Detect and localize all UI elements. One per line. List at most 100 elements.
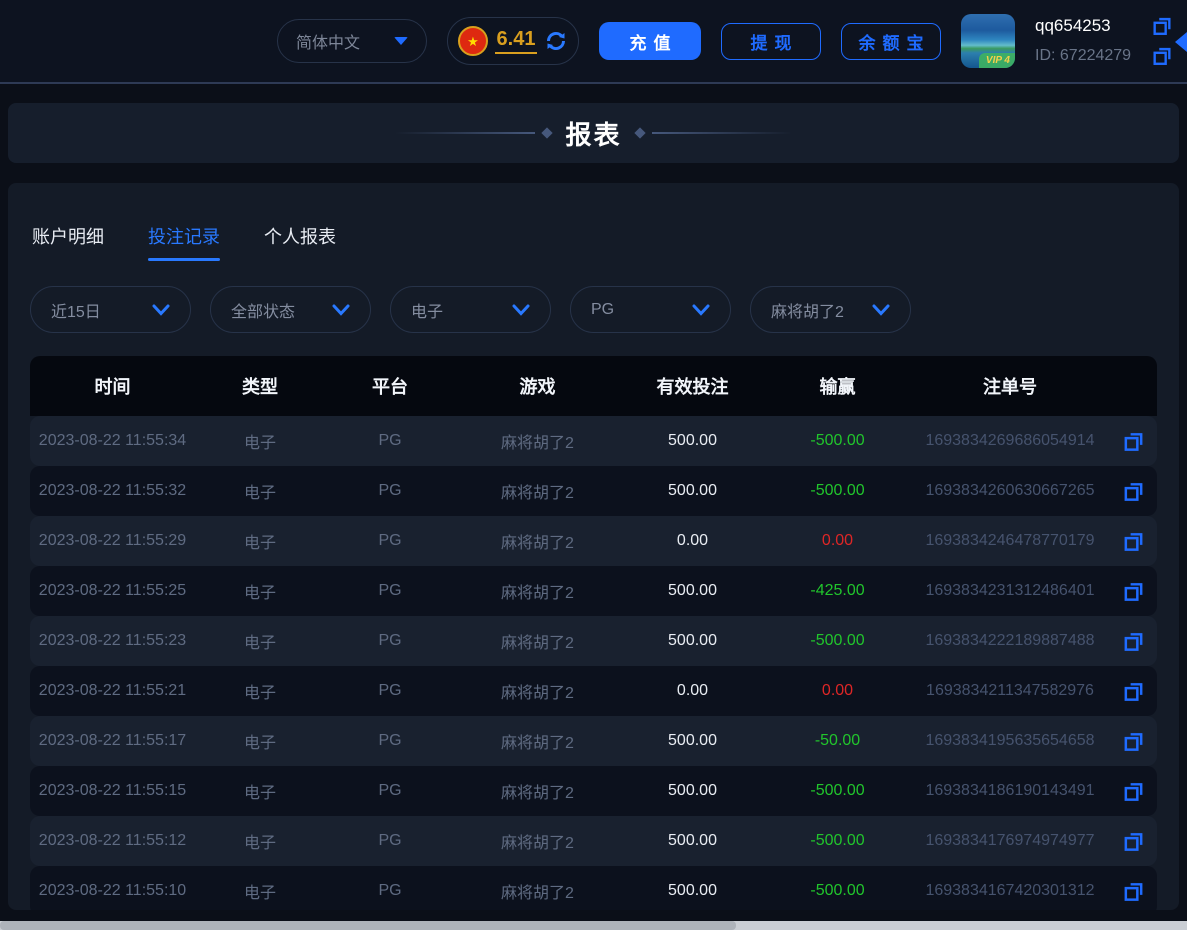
cell-valid-bet: 500.00: [620, 482, 765, 500]
withdraw-button[interactable]: 提现: [721, 23, 821, 60]
title-deco-left: [395, 129, 551, 137]
tab-personal-report[interactable]: 个人报表: [264, 223, 336, 261]
cell-game: 麻将胡了2: [455, 879, 620, 903]
cell-valid-bet: 500.00: [620, 832, 765, 850]
refresh-icon: [544, 29, 568, 53]
cell-winloss: 0.00: [765, 532, 910, 550]
chevron-down-icon: [692, 304, 710, 316]
cell-order-no: 1693834195635654658: [910, 732, 1110, 750]
cell-valid-bet: 500.00: [620, 632, 765, 650]
cell-type: 电子: [195, 779, 325, 803]
language-label: 简体中文: [296, 29, 360, 53]
cell-type: 电子: [195, 529, 325, 553]
copy-icon: [1122, 580, 1145, 603]
copy-order-button[interactable]: [1122, 430, 1145, 453]
col-winloss: 输赢: [765, 373, 910, 399]
copy-order-button[interactable]: [1122, 530, 1145, 553]
cell-platform: PG: [325, 882, 455, 900]
cell-platform: PG: [325, 482, 455, 500]
col-time: 时间: [30, 373, 195, 399]
title-deco-right: [636, 129, 792, 137]
copy-icon: [1122, 430, 1145, 453]
cell-valid-bet: 500.00: [620, 782, 765, 800]
avatar[interactable]: VIP 4: [961, 14, 1015, 68]
copy-icon: [1122, 630, 1145, 653]
cell-platform: PG: [325, 832, 455, 850]
cell-time: 2023-08-22 11:55:23: [30, 632, 195, 650]
filter-game[interactable]: 麻将胡了2: [750, 286, 911, 333]
tab-account-details[interactable]: 账户明细: [32, 223, 104, 261]
cell-type: 电子: [195, 879, 325, 903]
cell-time: 2023-08-22 11:55:15: [30, 782, 195, 800]
table-row: 2023-08-22 11:55:12 电子 PG 麻将胡了2 500.00 -…: [30, 816, 1157, 866]
copy-icon: [1122, 780, 1145, 803]
edge-arrow-icon[interactable]: [1175, 32, 1187, 52]
bet-records-table: 时间 类型 平台 游戏 有效投注 输赢 注单号 2023-08-22 11:55…: [30, 356, 1157, 910]
copy-order-button[interactable]: [1122, 730, 1145, 753]
topbar: 简体中文 ★ 6.41 充值 提现 余额宝 VIP 4 qq654253: [0, 0, 1187, 84]
filter-platform[interactable]: PG: [570, 286, 731, 333]
copy-order-button[interactable]: [1122, 630, 1145, 653]
china-flag-icon: ★: [458, 26, 488, 56]
copy-order-button[interactable]: [1122, 880, 1145, 903]
cell-platform: PG: [325, 732, 455, 750]
cell-order-no: 1693834231312486401: [910, 582, 1110, 600]
cell-winloss: -500.00: [765, 832, 910, 850]
copy-icon: [1151, 15, 1173, 37]
copy-icon: [1122, 480, 1145, 503]
exchange-rate-value[interactable]: 6.41: [495, 28, 538, 54]
report-tabs: 账户明细 投注记录 个人报表: [30, 223, 1157, 261]
recharge-button[interactable]: 充值: [599, 22, 701, 60]
copy-order-button[interactable]: [1122, 580, 1145, 603]
copy-userid-button[interactable]: [1151, 45, 1173, 67]
copy-icon: [1122, 530, 1145, 553]
chevron-down-icon: [332, 304, 350, 316]
filter-date-range[interactable]: 近15日: [30, 286, 191, 333]
table-row: 2023-08-22 11:55:32 电子 PG 麻将胡了2 500.00 -…: [30, 466, 1157, 516]
chevron-down-icon: [152, 304, 170, 316]
report-panel: 账户明细 投注记录 个人报表 近15日 全部状态 电子 PG 麻将胡了2 时间 …: [8, 183, 1179, 910]
cell-order-no: 1693834222189887488: [910, 632, 1110, 650]
copy-username-button[interactable]: [1151, 15, 1173, 37]
copy-order-button[interactable]: [1122, 830, 1145, 853]
cell-game: 麻将胡了2: [455, 679, 620, 703]
cell-game: 麻将胡了2: [455, 779, 620, 803]
cell-game: 麻将胡了2: [455, 579, 620, 603]
table-row: 2023-08-22 11:55:25 电子 PG 麻将胡了2 500.00 -…: [30, 566, 1157, 616]
cell-order-no: 1693834246478770179: [910, 532, 1110, 550]
cell-platform: PG: [325, 682, 455, 700]
cell-type: 电子: [195, 629, 325, 653]
deco-line: [395, 132, 535, 134]
cell-time: 2023-08-22 11:55:17: [30, 732, 195, 750]
deco-line: [652, 132, 792, 134]
filter-game-type[interactable]: 电子: [390, 286, 551, 333]
copy-icon: [1122, 730, 1145, 753]
filter-value: 近15日: [51, 298, 101, 322]
cell-order-no: 1693834211347582976: [910, 682, 1110, 700]
copy-icon: [1122, 680, 1145, 703]
copy-order-button[interactable]: [1122, 480, 1145, 503]
cell-winloss: -500.00: [765, 882, 910, 900]
scrollbar-thumb[interactable]: [0, 921, 736, 930]
cell-winloss: -425.00: [765, 582, 910, 600]
filter-value: 电子: [411, 298, 443, 322]
copy-order-button[interactable]: [1122, 680, 1145, 703]
cell-game: 麻将胡了2: [455, 729, 620, 753]
language-selector[interactable]: 简体中文: [277, 19, 427, 63]
col-type: 类型: [195, 373, 325, 399]
cell-time: 2023-08-22 11:55:29: [30, 532, 195, 550]
tab-bet-records[interactable]: 投注记录: [148, 223, 220, 261]
cell-valid-bet: 0.00: [620, 682, 765, 700]
cell-platform: PG: [325, 582, 455, 600]
exchange-rate-widget: ★ 6.41: [447, 17, 579, 65]
refresh-rate-button[interactable]: [544, 29, 568, 53]
cell-game: 麻将胡了2: [455, 479, 620, 503]
diamond-icon: [542, 127, 553, 138]
cell-winloss: -500.00: [765, 432, 910, 450]
cell-time: 2023-08-22 11:55:10: [30, 882, 195, 900]
copy-order-button[interactable]: [1122, 780, 1145, 803]
table-row: 2023-08-22 11:55:29 电子 PG 麻将胡了2 0.00 0.0…: [30, 516, 1157, 566]
yuebao-button[interactable]: 余额宝: [841, 23, 941, 60]
horizontal-scrollbar[interactable]: [0, 921, 1187, 930]
filter-status[interactable]: 全部状态: [210, 286, 371, 333]
